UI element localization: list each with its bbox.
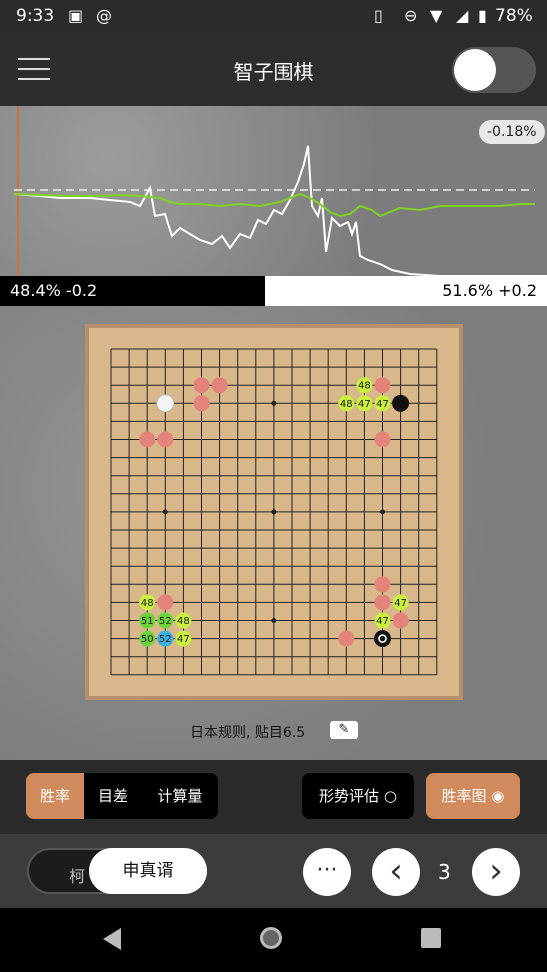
more-icon: ··· — [316, 858, 338, 883]
candidate-winrate-label: 47 — [394, 598, 407, 609]
chevron-right-icon: › — [489, 851, 503, 891]
candidate-winrate-label: 48 — [141, 598, 154, 609]
toggle-knob — [454, 49, 496, 91]
more-button[interactable]: ··· — [303, 848, 351, 896]
star-point — [162, 509, 168, 515]
star-point — [380, 509, 385, 515]
battery-icon: ▮ — [478, 6, 487, 25]
dnd-icon: ⊖ — [404, 6, 418, 25]
star-point — [271, 618, 277, 623]
image-icon: ▣ — [68, 6, 84, 25]
analysis-toggle[interactable] — [452, 47, 536, 93]
candidate-mark — [374, 576, 391, 593]
candidate-mark — [374, 594, 391, 611]
candidate-mark — [139, 431, 156, 448]
tab-winrate[interactable]: 胜率 — [26, 773, 84, 819]
player-switch[interactable]: 柯 申真谞 — [27, 848, 207, 894]
candidate-mark — [211, 377, 228, 394]
candidate-mark — [374, 431, 391, 448]
score-bar: 48.4% -0.2 51.6% +0.2 — [0, 276, 547, 306]
candidate-mark — [193, 395, 210, 412]
candidate-winrate-label: 47 — [376, 399, 389, 410]
go-board[interactable]: 48 48 47 47 48 51 52 48 50 52 47 47 47 — [85, 324, 463, 700]
rules-text: 日本规则, 贴目6.5 — [190, 725, 306, 741]
back-icon[interactable] — [103, 928, 121, 950]
position-eval-label: 形势评估 — [319, 787, 380, 805]
chevron-left-icon: ‹ — [389, 851, 403, 891]
winrate-chart-label: 胜率图 — [441, 787, 487, 805]
position-eval-button[interactable]: 形势评估 ○ — [302, 773, 414, 819]
at-icon: @ — [96, 6, 112, 25]
edit-rules-button[interactable]: ✎ — [330, 721, 358, 739]
board-svg[interactable]: 48 48 47 47 48 51 52 48 50 52 47 47 47 — [89, 328, 459, 696]
status-time: 9:33 — [16, 6, 55, 26]
candidate-mark — [392, 612, 409, 629]
candidate-winrate-label: 48 — [340, 399, 353, 410]
recents-icon[interactable] — [421, 928, 441, 948]
black-stone — [374, 630, 391, 648]
candidate-mark — [193, 377, 210, 394]
system-nav-bar — [0, 908, 547, 972]
move-number: 3 — [438, 860, 451, 884]
status-bar: 9:33 ▣ @ ▯ ⊖ ▼ ◢ ▮ 78% — [0, 0, 547, 36]
black-score-text: 48.4% -0.2 — [10, 281, 98, 300]
candidate-winrate-label: 52 — [159, 634, 172, 645]
candidate-winrate-label: 52 — [159, 616, 172, 627]
score-line — [13, 145, 547, 276]
candidate-winrate-label: 48 — [358, 381, 371, 392]
star-point — [271, 400, 277, 406]
home-icon[interactable] — [260, 927, 282, 949]
winrate-diff-badge: -0.18% — [479, 120, 545, 144]
candidate-winrate-label: 50 — [141, 634, 154, 645]
candidate-winrate-label: 47 — [358, 399, 371, 410]
radio-off-icon: ○ — [383, 787, 397, 805]
radio-on-icon: ◉ — [491, 787, 505, 805]
board-area: 48 48 47 47 48 51 52 48 50 52 47 47 47 日本规则, 贴目6.5 ✎ — [0, 306, 547, 760]
winrate-chart-button[interactable]: 胜率图 ◉ — [426, 773, 520, 819]
candidate-winrate-label: 47 — [376, 616, 389, 627]
white-stone — [156, 394, 175, 413]
winrate-graph-svg — [13, 106, 547, 276]
candidate-mark — [157, 594, 174, 611]
candidate-mark — [157, 431, 174, 448]
white-score-segment: 51.6% +0.2 — [265, 276, 547, 306]
candidate-winrate-label: 51 — [141, 616, 154, 627]
winrate-graph[interactable]: -0.18% — [0, 106, 547, 276]
candidate-winrate-label: 48 — [177, 616, 190, 627]
app-bar: 智子围棋 — [0, 36, 547, 106]
candidate-mark — [374, 377, 391, 394]
bottom-row: 柯 申真谞 ··· ‹ 3 › — [0, 834, 547, 908]
control-row: 胜率 目差 计算量 形势评估 ○ 胜率图 ◉ — [0, 760, 547, 834]
wifi-icon: ▼ — [430, 6, 443, 25]
player-name-active[interactable]: 申真谞 — [89, 848, 207, 894]
display-mode-selector: 胜率 目差 计算量 — [26, 773, 218, 819]
prev-move-button[interactable]: ‹ — [372, 848, 420, 896]
battery-percent: 78% — [495, 6, 533, 26]
vibrate-icon: ▯ — [374, 6, 383, 25]
tab-playouts[interactable]: 计算量 — [142, 773, 218, 819]
player-name-back: 柯 — [69, 867, 86, 886]
star-point — [271, 509, 277, 515]
signal-icon: ◢ — [456, 6, 469, 25]
candidate-winrate-label: 47 — [177, 634, 190, 645]
next-move-button[interactable]: › — [472, 848, 520, 896]
black-stone — [392, 394, 410, 412]
tab-score-diff[interactable]: 目差 — [84, 773, 142, 819]
candidate-mark — [338, 630, 355, 647]
black-score-segment: 48.4% -0.2 — [0, 276, 265, 306]
white-score-text: 51.6% +0.2 — [442, 281, 537, 300]
pencil-icon: ✎ — [338, 722, 350, 737]
